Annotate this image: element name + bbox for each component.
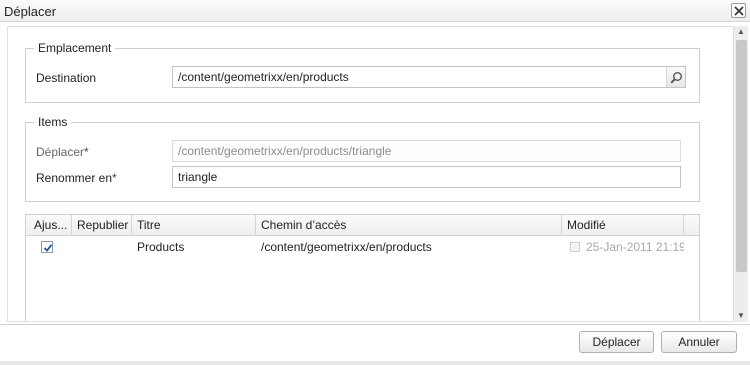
renommer-label-text: Renommer en bbox=[36, 171, 113, 185]
required-mark: * bbox=[112, 171, 117, 185]
close-icon bbox=[734, 6, 744, 16]
republish-cell bbox=[78, 237, 132, 257]
emplacement-fieldset: Emplacement Destination bbox=[25, 41, 700, 103]
col-header-republish[interactable]: Republier bbox=[72, 215, 132, 236]
scroll-up-arrow-icon[interactable]: ▲ bbox=[734, 26, 748, 38]
renommer-label: Renommer en* bbox=[36, 171, 117, 185]
dialog-title: Déplacer bbox=[4, 4, 57, 19]
destination-browse-button[interactable] bbox=[666, 66, 686, 88]
footer-separator bbox=[0, 324, 750, 325]
move-button[interactable]: Déplacer bbox=[579, 331, 654, 353]
deplacer-label-text: Déplacer bbox=[36, 145, 85, 159]
required-mark: * bbox=[84, 145, 89, 159]
adjust-checkbox[interactable] bbox=[41, 241, 53, 253]
close-button[interactable] bbox=[731, 3, 746, 18]
scroll-thumb[interactable] bbox=[736, 40, 747, 272]
scroll-down-arrow-icon[interactable]: ▼ bbox=[734, 310, 748, 322]
table-row[interactable]: Products /content/geometrixx/en/products… bbox=[26, 237, 699, 257]
col-header-adjust[interactable]: Ajus... bbox=[26, 215, 72, 236]
dialog-scrollbar[interactable]: ▲ ▼ bbox=[733, 26, 748, 322]
col-header-title[interactable]: Titre bbox=[132, 215, 256, 236]
cancel-button[interactable]: Annuler bbox=[661, 331, 737, 353]
references-grid: Ajus... Republier Titre Chemin d’accès M… bbox=[25, 214, 700, 321]
deplacer-input bbox=[172, 140, 681, 162]
checkmark-icon bbox=[43, 244, 53, 252]
dialog-bottom-edge bbox=[0, 361, 750, 365]
title-cell: Products bbox=[137, 240, 185, 254]
items-fieldset: Items Déplacer* Renommer en* bbox=[25, 115, 700, 202]
col-header-modified[interactable]: Modifié bbox=[562, 215, 684, 236]
dialog-titlebar[interactable]: Déplacer bbox=[0, 0, 750, 22]
modified-checkbox bbox=[570, 242, 580, 252]
modified-cell: 25-Jan-2011 21:19 bbox=[586, 240, 684, 254]
col-header-path[interactable]: Chemin d’accès bbox=[256, 215, 562, 236]
destination-label: Destination bbox=[36, 71, 97, 85]
deplacer-label: Déplacer* bbox=[36, 145, 89, 159]
renommer-input[interactable] bbox=[172, 166, 681, 188]
move-dialog: Déplacer Emplacement Destination Items bbox=[0, 0, 750, 365]
destination-input[interactable] bbox=[172, 66, 667, 88]
path-cell: /content/geometrixx/en/products bbox=[261, 240, 432, 254]
search-icon bbox=[670, 72, 682, 84]
dialog-body: Emplacement Destination Items Déplacer* … bbox=[7, 26, 735, 322]
grid-header: Ajus... Republier Titre Chemin d’accès M… bbox=[26, 215, 699, 236]
emplacement-legend: Emplacement bbox=[34, 41, 116, 55]
items-legend: Items bbox=[34, 115, 72, 129]
